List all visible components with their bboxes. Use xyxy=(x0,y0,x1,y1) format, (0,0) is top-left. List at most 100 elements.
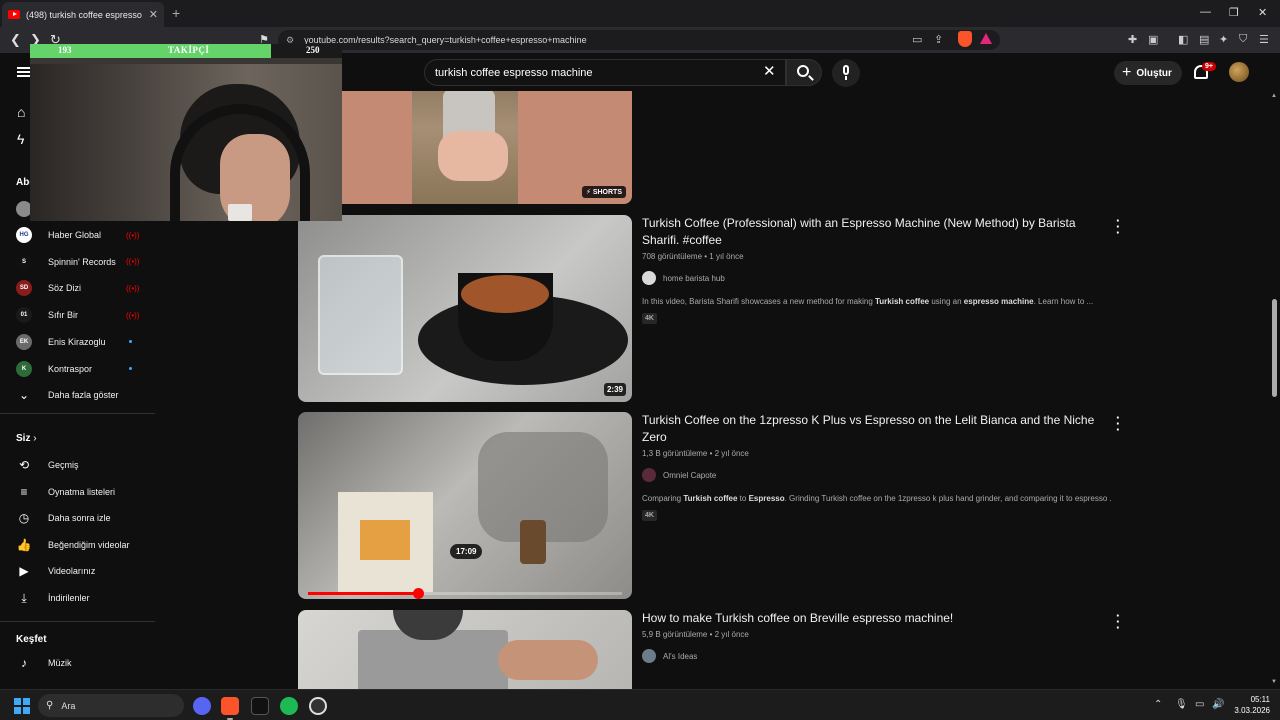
sidebar-item-label: İndirilenler xyxy=(48,593,90,603)
display-icon[interactable]: ▭ xyxy=(1195,699,1204,710)
channel-link[interactable]: home barista hub xyxy=(642,271,1112,285)
video-meta: 708 görüntüleme • 1 yıl önce xyxy=(642,252,744,261)
tab-close-icon[interactable]: ✕ xyxy=(149,8,158,21)
mic-tray-icon[interactable]: 🎙 xyxy=(1175,699,1188,710)
sidebar-item-subscription[interactable]: 01 Sıfır Bir ((•)) xyxy=(0,302,155,328)
sidebar-item-liked[interactable]: 👍 Beğendiğim videolar xyxy=(0,532,155,558)
video-thumbnail[interactable]: 2:39 xyxy=(298,215,632,402)
brave-rewards-icon[interactable] xyxy=(980,33,992,44)
search-button[interactable] xyxy=(786,59,822,86)
channel-avatar xyxy=(642,468,656,482)
channel-link[interactable]: Al's Ideas xyxy=(642,649,1112,663)
you-heading[interactable]: Siz › xyxy=(16,433,37,444)
sidebar-item-downloads[interactable]: ⤓ İndirilenler xyxy=(0,585,155,611)
sidebar-item-subscription[interactable]: HG Haber Global ((•)) xyxy=(0,222,155,248)
new-tab-button[interactable]: + xyxy=(172,5,180,21)
account-avatar[interactable] xyxy=(1229,62,1249,82)
video-thumbnail-preview[interactable]: 17:09 xyxy=(298,412,632,599)
more-actions-icon[interactable]: · · · xyxy=(1116,411,1120,436)
scroll-down-icon[interactable]: ▼ xyxy=(1271,679,1277,685)
show-more-button[interactable]: ⌄ Daha fazla göster xyxy=(0,382,155,408)
obs-icon[interactable] xyxy=(309,697,327,715)
extensions-icon[interactable]: ✚ xyxy=(1128,33,1137,46)
video-info: Turkish Coffee on the 1zpresso K Plus vs… xyxy=(642,412,1112,522)
sidebar-item-subscription[interactable]: K Kontraspor xyxy=(0,356,155,382)
video-title[interactable]: Turkish Coffee (Professional) with an Es… xyxy=(642,215,1112,249)
cast-icon[interactable]: ▭ xyxy=(912,33,922,46)
vpn-icon[interactable]: ⛉ xyxy=(1239,33,1247,46)
scroll-thumb[interactable] xyxy=(1272,299,1277,397)
spotify-icon[interactable] xyxy=(280,697,298,715)
minimize-icon[interactable]: — xyxy=(1200,6,1211,18)
quality-badge: 4K xyxy=(642,510,657,521)
notification-badge: 9+ xyxy=(1202,62,1216,71)
scrubber-handle[interactable] xyxy=(412,588,424,599)
your-videos-icon: ▶ xyxy=(19,564,29,579)
liked-icon: 👍 xyxy=(16,537,32,552)
sidebar-item-label: Videolarınız xyxy=(48,566,96,577)
discord-icon[interactable] xyxy=(193,697,211,715)
search-query-text: turkish coffee espresso machine xyxy=(435,66,593,79)
sidebar-item-your-videos[interactable]: ▶ Videolarınız xyxy=(0,558,155,584)
sidebar-item-subscription[interactable]: EK Enis Kirazoglu xyxy=(0,329,155,355)
scroll-up-icon[interactable]: ▲ xyxy=(1271,93,1277,99)
brave-shields-icon[interactable] xyxy=(958,31,972,47)
webcam-overlay: 193 TAKİPÇİ 250 xyxy=(30,44,342,221)
sidebar-item-watch-later[interactable]: ◷ Daha sonra izle xyxy=(0,505,155,531)
live-indicator-icon: ((•)) xyxy=(126,230,140,240)
shorts-thumbnail[interactable]: ⚡ SHORTS xyxy=(298,91,632,204)
back-icon[interactable]: ❮ xyxy=(10,32,21,48)
windows-taskbar: ⚲ Ara ⌃ 🎙 ▭ 🔊 05:11 3.03.2026 xyxy=(0,689,1280,720)
share-icon[interactable]: ⇪ xyxy=(934,33,943,46)
close-window-icon[interactable]: ✕ xyxy=(1258,6,1267,19)
sidebar-toggle-icon[interactable]: ◧ xyxy=(1178,33,1188,46)
tray-overflow-icon[interactable]: ⌃ xyxy=(1154,699,1162,710)
taskbar-search[interactable]: ⚲ Ara xyxy=(38,694,184,717)
explore-heading: Keşfet xyxy=(16,634,47,645)
channel-avatar: SD xyxy=(16,280,32,297)
clock-date: 3.03.2026 xyxy=(1234,706,1270,715)
more-actions-icon[interactable]: · · · xyxy=(1116,609,1120,634)
channel-avatar: 01 xyxy=(16,307,32,324)
video-title[interactable]: Turkish Coffee on the 1zpresso K Plus vs… xyxy=(642,412,1112,446)
start-button-icon[interactable] xyxy=(14,698,30,714)
sidebar-item-label: Müzik xyxy=(48,658,72,668)
page-scrollbar[interactable]: ▲ ▼ xyxy=(1268,91,1280,689)
url-text: youtube.com/results?search_query=turkish… xyxy=(304,35,587,45)
maximize-icon[interactable]: ❐ xyxy=(1229,6,1239,19)
channel-link[interactable]: Omniel Capote xyxy=(642,468,1112,482)
sidebar-item-subscription[interactable]: SD Söz Dizi ((•)) xyxy=(0,275,155,301)
video-description: Comparing Turkish coffee to Espresso. Gr… xyxy=(642,494,1112,503)
sidebar-item-music[interactable]: ♪ Müzik xyxy=(0,650,155,676)
sidebar-item-subscription[interactable]: S Spinnin' Records ((•)) xyxy=(0,249,155,275)
channel-name: Omniel Capote xyxy=(663,470,717,480)
video-thumbnail[interactable] xyxy=(298,610,632,689)
app-icon[interactable] xyxy=(251,697,269,715)
create-button[interactable]: + Oluştur xyxy=(1114,61,1182,85)
search-input[interactable]: turkish coffee espresso machine xyxy=(424,59,786,86)
address-bar[interactable]: ⚙ youtube.com/results?search_query=turki… xyxy=(278,30,1000,50)
video-title[interactable]: How to make Turkish coffee on Breville e… xyxy=(642,610,1112,627)
video-duration: 17:09 xyxy=(450,544,483,559)
home-icon[interactable]: ⌂ xyxy=(17,104,25,120)
show-more-label: Daha fazla göster xyxy=(48,390,119,400)
tab-search-icon[interactable]: ▣ xyxy=(1148,33,1158,46)
browser-tab-youtube[interactable]: (498) turkish coffee espresso ma ✕ xyxy=(2,2,164,27)
leo-ai-icon[interactable]: ✦ xyxy=(1219,33,1228,46)
more-actions-icon[interactable]: · · · xyxy=(1116,214,1120,239)
preview-progress-bar[interactable] xyxy=(308,588,622,599)
clear-search-icon[interactable]: ✕ xyxy=(763,64,776,79)
sidebar-item-history[interactable]: ⟲ Geçmiş xyxy=(0,452,155,478)
system-clock[interactable]: 05:11 3.03.2026 xyxy=(1230,694,1270,716)
guide-menu-icon[interactable] xyxy=(17,67,31,77)
brave-browser-icon[interactable] xyxy=(221,697,239,715)
sidebar-item-playlists[interactable]: ≡ Oynatma listeleri xyxy=(0,479,155,505)
menu-icon[interactable]: ☰ xyxy=(1259,33,1269,46)
video-description: In this video, Barista Sharifi showcases… xyxy=(642,297,1094,306)
volume-icon[interactable]: 🔊 xyxy=(1212,699,1224,710)
sidebar-item-label: Geçmiş xyxy=(48,460,79,470)
voice-search-button[interactable] xyxy=(832,59,860,87)
wallet-icon[interactable]: ▤ xyxy=(1199,33,1209,46)
sidebar-item-label: Söz Dizi xyxy=(48,283,82,294)
shorts-icon[interactable]: ϟ xyxy=(17,131,24,147)
